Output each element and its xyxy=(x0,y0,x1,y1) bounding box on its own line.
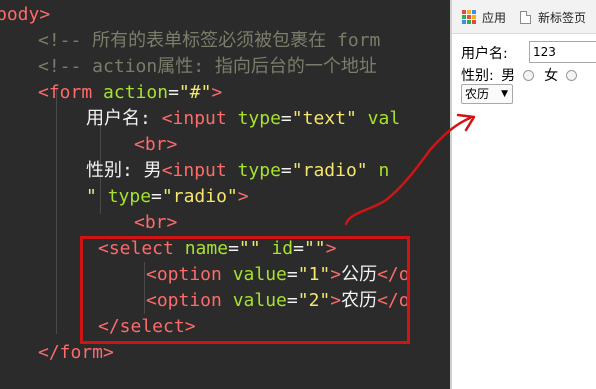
code-token: > xyxy=(211,82,223,103)
annotation-highlight-box xyxy=(80,236,410,344)
code-token: <br> xyxy=(134,134,178,155)
code-line: 性别: 男<input type="radio" n xyxy=(86,158,389,184)
gender-label: 性别: xyxy=(461,68,494,84)
code-line: <!-- 所有的表单标签必须被包裹在 form xyxy=(38,28,380,54)
page-icon xyxy=(520,10,531,24)
code-token: body> xyxy=(0,4,51,25)
code-line: <form action="#"> xyxy=(38,80,222,106)
code-line: body> xyxy=(0,2,50,28)
code-token: n xyxy=(378,160,390,181)
bookmarks-bar: 应用 新标签页 xyxy=(452,0,596,34)
code-line: <br> xyxy=(134,132,177,158)
gender-row: 性别: 男 女 xyxy=(461,65,583,85)
calendar-select[interactable]: 农历 ▼ xyxy=(461,84,513,104)
code-token: "#" xyxy=(178,82,212,103)
code-token: > xyxy=(237,186,249,207)
code-line: " type="radio"> xyxy=(86,184,249,210)
code-token: <!-- 所有的表单标签必须被包裹在 form xyxy=(38,30,381,51)
code-token: = xyxy=(280,108,292,129)
code-token: type xyxy=(107,186,152,207)
code-token: "radio" xyxy=(291,160,368,181)
indent-guide xyxy=(56,88,57,334)
username-row: 用户名: xyxy=(461,43,508,63)
code-token: <input xyxy=(161,160,227,181)
code-token: action xyxy=(103,82,169,103)
code-token: "radio" xyxy=(161,186,238,207)
code-token: = xyxy=(168,82,179,103)
female-label: 女 xyxy=(544,68,559,84)
code-token: <br> xyxy=(134,212,178,233)
code-token: " xyxy=(86,186,97,207)
browser-preview: 应用 新标签页 用户名: 123 性别: 男 女 农历 ▼ xyxy=(450,0,596,389)
code-token: = xyxy=(151,186,162,207)
code-line: 用户名: <input type="text" val xyxy=(86,106,400,132)
code-line: <!-- action属性: 指向后台的一个地址 xyxy=(38,54,377,80)
code-line: <br> xyxy=(134,210,177,236)
code-token: = xyxy=(280,160,292,181)
code-token: "text" xyxy=(291,108,357,129)
username-label: 用户名: xyxy=(461,46,508,62)
code-token: <input xyxy=(161,108,227,129)
male-label: 男 xyxy=(501,68,516,84)
female-radio[interactable] xyxy=(565,69,577,81)
apps-bookmark-label: 应用 xyxy=(482,10,507,25)
apps-grid-icon xyxy=(462,10,476,24)
apps-bookmark[interactable]: 应用 xyxy=(462,8,506,26)
code-token: 用户名: xyxy=(86,108,162,129)
dropdown-arrow-icon: ▼ xyxy=(501,89,508,99)
code-token: </form> xyxy=(38,342,114,363)
calendar-select-value: 农历 xyxy=(465,87,490,101)
code-token: type xyxy=(237,160,281,181)
new-tab-bookmark[interactable]: 新标签页 xyxy=(520,8,586,26)
username-input[interactable]: 123 xyxy=(529,41,596,63)
male-radio[interactable] xyxy=(522,69,534,81)
code-token: type xyxy=(237,108,281,129)
code-token: 性别: 男 xyxy=(86,160,162,181)
code-token: val xyxy=(367,108,401,129)
code-token: <form xyxy=(38,82,93,103)
new-tab-bookmark-label: 新标签页 xyxy=(538,10,587,25)
code-token: <!-- action属性: 指向后台的一个地址 xyxy=(38,56,377,77)
